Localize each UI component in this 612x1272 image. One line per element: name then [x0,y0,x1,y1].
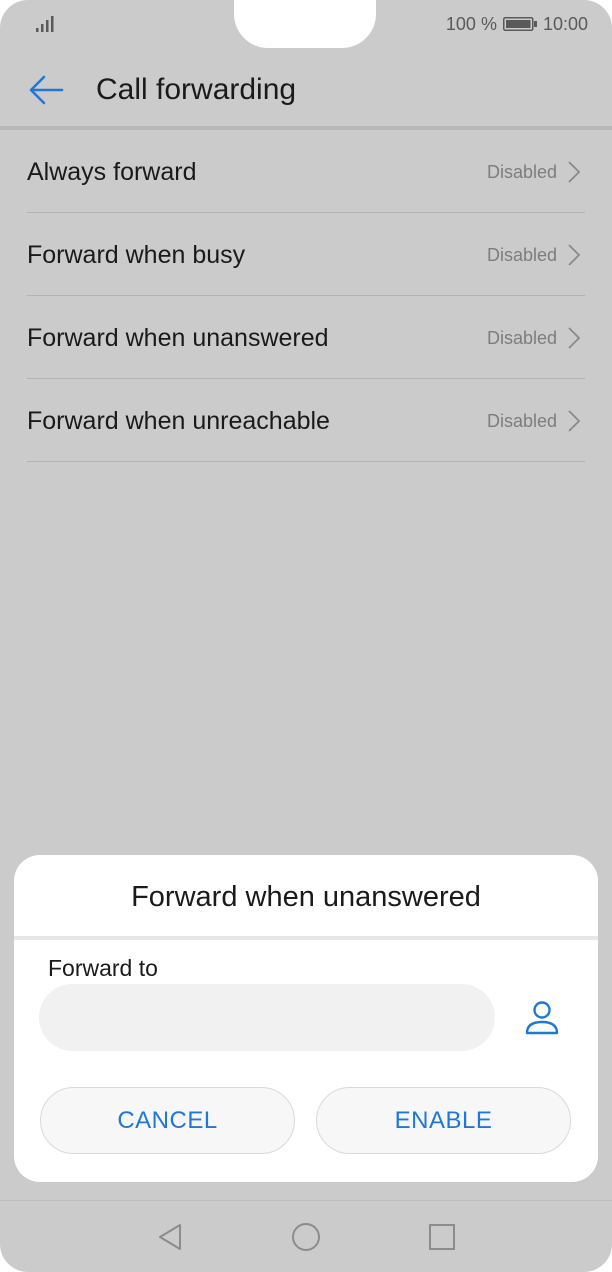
display-notch [234,0,376,48]
triangle-back-icon[interactable] [154,1221,186,1253]
list-item-label: Forward when unreachable [27,407,330,435]
list-item-status: Disabled [486,162,557,182]
cancel-button[interactable]: CANCEL [40,1087,295,1154]
battery-icon [502,17,537,31]
list-item-status: Disabled [486,328,557,348]
list-item-status: Disabled [486,411,557,431]
square-recents-icon[interactable] [426,1221,458,1253]
battery-percent: 100 % [445,13,497,34]
circle-home-icon[interactable] [290,1221,322,1253]
forwarding-options-list: Always forward Disabled Forward when bus… [27,130,585,462]
enable-button[interactable]: ENABLE [316,1087,571,1154]
list-item-forward-when-unreachable[interactable]: Forward when unreachable Disabled [27,379,585,462]
list-item-label: Forward when unanswered [27,324,329,352]
list-item-always-forward[interactable]: Always forward Disabled [27,130,585,213]
list-item-forward-when-busy[interactable]: Forward when busy Disabled [27,213,585,296]
back-arrow-icon[interactable] [28,72,64,108]
forward-dialog: Forward when unanswered Forward to CANCE… [14,855,598,1182]
chevron-right-icon [568,161,581,183]
signal-strength-icon [36,16,54,32]
contact-person-icon[interactable] [522,998,562,1038]
phone-screen: 100 % 10:00 Call forwarding Always forwa… [0,0,612,1272]
chevron-right-icon [568,410,581,432]
chevron-right-icon [568,244,581,266]
list-item-label: Forward when busy [27,241,246,269]
dialog-title: Forward when unanswered [131,881,481,913]
status-bar-right: 100 % 10:00 [446,12,588,36]
forward-to-input[interactable] [39,984,495,1051]
list-item-status: Disabled [486,245,557,265]
chevron-right-icon [568,327,581,349]
forward-to-label: Forward to [48,955,158,981]
dialog-divider [14,936,598,940]
list-item-forward-when-unanswered[interactable]: Forward when unanswered Disabled [27,296,585,379]
status-time: 10:00 [542,13,588,34]
page-title: Call forwarding [96,73,297,106]
list-item-label: Always forward [27,158,197,186]
system-nav-bar [0,1200,612,1272]
